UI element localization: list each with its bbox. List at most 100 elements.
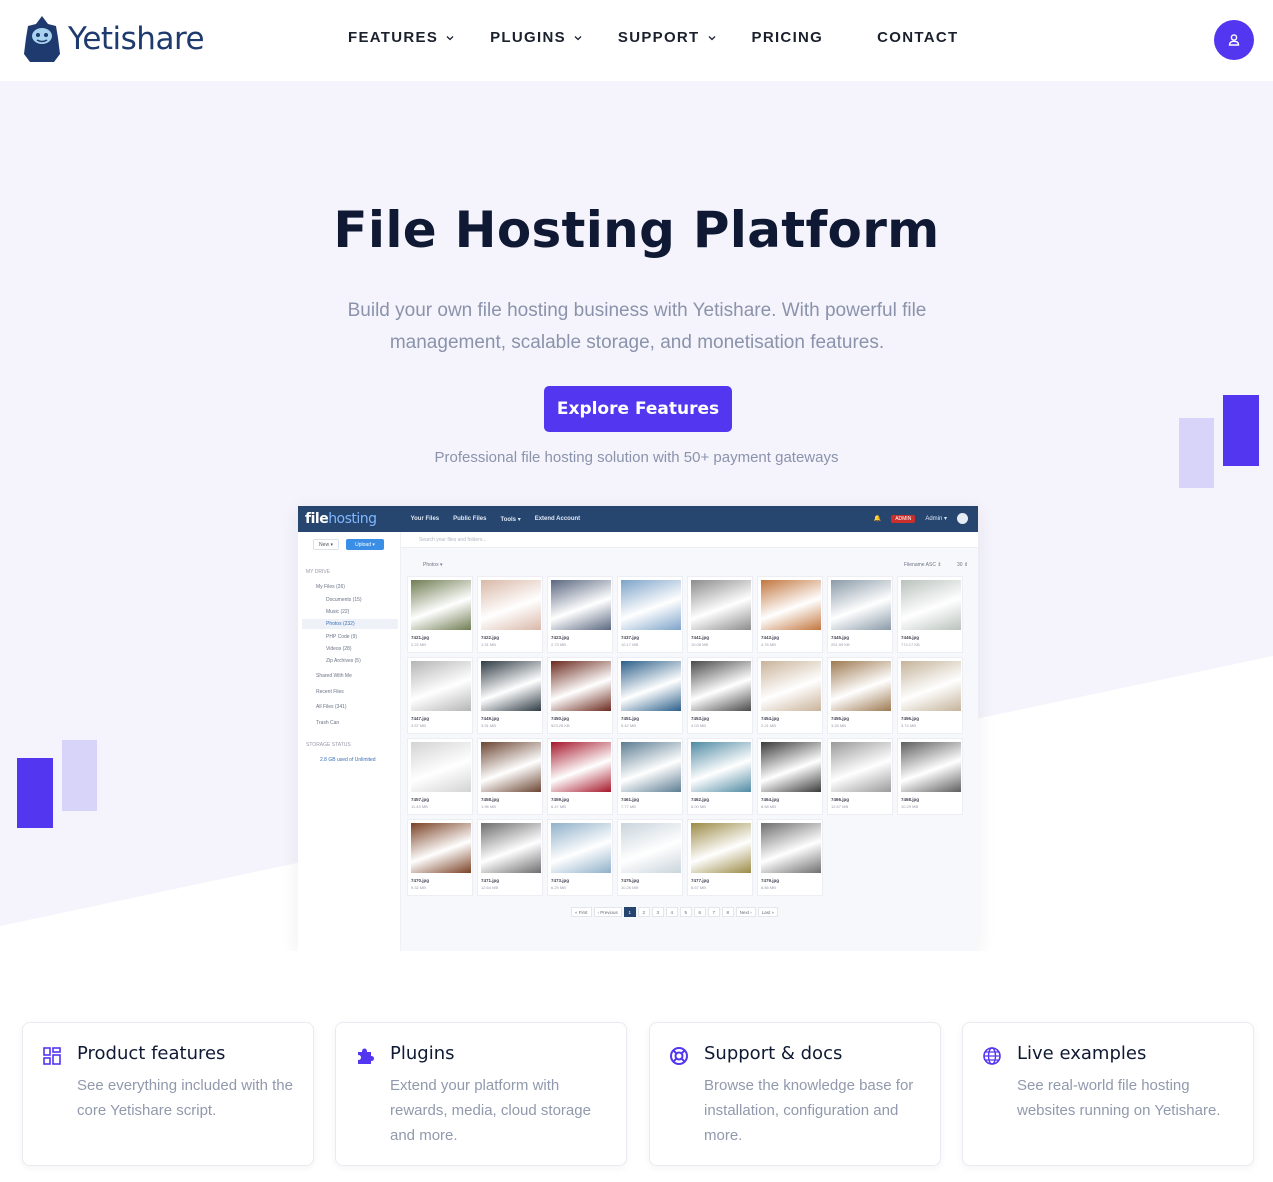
nav-features[interactable]: FEATURES [348, 29, 454, 46]
file-name: 7454.jpg [761, 716, 780, 721]
file-thumbnail-image [831, 661, 891, 711]
file-name: 7443.jpg [761, 635, 780, 640]
file-name: 7470.jpg [411, 878, 430, 883]
file-size: 10.26 MB [621, 885, 639, 890]
file-thumbnail: 7457.jpg 11.44 MB [407, 738, 473, 815]
file-thumbnail: 7471.jpg 12.64 MB [477, 819, 543, 896]
file-thumbnail-image [691, 661, 751, 711]
card-text: Browse the knowledge base for installati… [704, 1077, 914, 1144]
file-thumbnail-image [761, 661, 821, 711]
file-thumbnail: 7456.jpg 3.74 MB [897, 657, 963, 734]
card-plugins[interactable]: Plugins Extend your platform with reward… [335, 1022, 627, 1166]
file-size: 2.21 MB [761, 723, 776, 728]
file-name: 7471.jpg [481, 878, 500, 883]
mockup-breadcrumb: Photos ▾ [423, 562, 443, 568]
grid-icon [43, 1047, 61, 1065]
mockup-upload-button: Upload ▾ [346, 539, 384, 550]
mockup-pager: « First ‹ Previous 1 2 3 4 5 6 7 8 Next › Last » [571, 907, 779, 917]
hero-subtitle: Build your own file hosting business wit… [347, 300, 927, 353]
nav-plugins[interactable]: PLUGINS [490, 29, 582, 46]
logo[interactable]: Yetishare [22, 14, 205, 64]
mockup-logo: filehosting [305, 511, 377, 527]
file-name: 7461.jpg [621, 797, 640, 802]
nav-contact[interactable]: CONTACT [877, 29, 958, 46]
file-size: 12.64 MB [481, 885, 499, 890]
file-thumbnail-image [411, 661, 471, 711]
file-size: 1.31 MB [481, 642, 496, 647]
file-size: 12.67 MB [831, 804, 849, 809]
pager-button: 8 [721, 907, 734, 917]
file-size: 10.29 MB [901, 804, 919, 809]
user-account-button[interactable] [1214, 20, 1254, 60]
nav-pricing[interactable]: PRICING [752, 29, 824, 46]
file-name: 7455.jpg [831, 716, 850, 721]
file-thumbnail: 7441.jpg 10.08 MB [687, 576, 753, 653]
card-text: See everything included with the core Ye… [77, 1077, 293, 1119]
file-thumbnail: 7468.jpg 10.29 MB [897, 738, 963, 815]
decor-block-dark-left [17, 758, 53, 828]
site-header: Yetishare FEATURES PLUGINS SUPPORT PRICI… [0, 0, 1273, 81]
avatar-icon [957, 513, 968, 524]
file-thumbnail-image [831, 580, 891, 630]
card-support-docs[interactable]: Support & docs Browse the knowledge base… [649, 1022, 941, 1166]
nav-features-label: FEATURES [348, 29, 439, 46]
card-title: Plugins [390, 1043, 455, 1064]
sidebar-item: Zip Archives (5) [326, 658, 361, 664]
file-thumbnail: 7454.jpg 2.21 MB [757, 657, 823, 734]
mockup-logo-a: file [305, 511, 329, 527]
file-thumbnail-image [481, 742, 541, 792]
pager-button: 1 [623, 907, 636, 917]
file-size: 5.42 MB [621, 723, 636, 728]
decor-block-dark-right [1223, 395, 1259, 466]
file-thumbnail: 7451.jpg 5.42 MB [617, 657, 683, 734]
file-name: 7447.jpg [411, 716, 430, 721]
file-size: 8.58 MB [761, 804, 776, 809]
card-title: Product features [77, 1043, 226, 1064]
pager-button: « First [571, 907, 592, 917]
sidebar-item: Videos (28) [326, 646, 352, 652]
card-product-features[interactable]: Product features See everything included… [22, 1022, 314, 1166]
file-thumbnail-image [551, 661, 611, 711]
file-name: 7462.jpg [691, 797, 710, 802]
sidebar-item: My Files (26) [316, 584, 345, 590]
file-name: 7477.jpg [691, 878, 710, 883]
main-nav: FEATURES PLUGINS SUPPORT PRICING CONTACT [348, 29, 994, 46]
file-size: 9.32 MB [411, 885, 426, 890]
file-thumbnail-image [901, 742, 961, 792]
file-name: 7451.jpg [621, 716, 640, 721]
file-size: 11.44 MB [411, 804, 428, 809]
bell-icon: 🔔 [873, 516, 882, 522]
sidebar-section: MY DRIVE [306, 569, 331, 575]
puzzle-icon [358, 1048, 374, 1064]
file-name: 7446.jpg [901, 635, 920, 640]
lifebuoy-icon [670, 1047, 688, 1065]
app-screenshot-mockup: filehosting Your Files Public Files Tool… [298, 506, 978, 951]
file-thumbnail-image [621, 580, 681, 630]
mockup-logo-b: hosting [328, 511, 377, 527]
file-thumbnail-image [901, 661, 961, 711]
file-size: 523.25 KB [551, 723, 570, 728]
file-name: 7437.jpg [621, 635, 640, 640]
file-size: 7.77 MB [621, 804, 636, 809]
chevron-down-icon [574, 35, 582, 40]
sidebar-item: Music (22) [326, 609, 350, 615]
file-name: 7473.jpg [551, 878, 570, 883]
file-thumbnail-image [691, 742, 751, 792]
mockup-nav-item: Tools ▾ [500, 516, 521, 523]
file-name: 7453.jpg [691, 716, 710, 721]
globe-icon [983, 1047, 1001, 1065]
file-thumbnail: 7446.jpg 774.17 KB [897, 576, 963, 653]
file-thumbnail: 7473.jpg 6.29 MB [547, 819, 613, 896]
card-live-examples[interactable]: Live examples See real-world file hostin… [962, 1022, 1254, 1166]
storage-value: 2.8 GB used of Unlimited [320, 757, 376, 763]
file-thumbnail-image [551, 742, 611, 792]
nav-plugins-label: PLUGINS [490, 29, 566, 46]
file-thumbnail: 7443.jpg 4.76 MB [757, 576, 823, 653]
file-size: 10.17 MB [621, 642, 639, 647]
file-thumbnail-image [621, 661, 681, 711]
explore-features-button[interactable]: Explore Features [544, 386, 732, 432]
file-size: 774.17 KB [901, 642, 920, 647]
sidebar-item: Trash Can [316, 720, 340, 726]
nav-support[interactable]: SUPPORT [618, 29, 716, 46]
hero-tagline: Professional file hosting solution with … [434, 449, 839, 466]
